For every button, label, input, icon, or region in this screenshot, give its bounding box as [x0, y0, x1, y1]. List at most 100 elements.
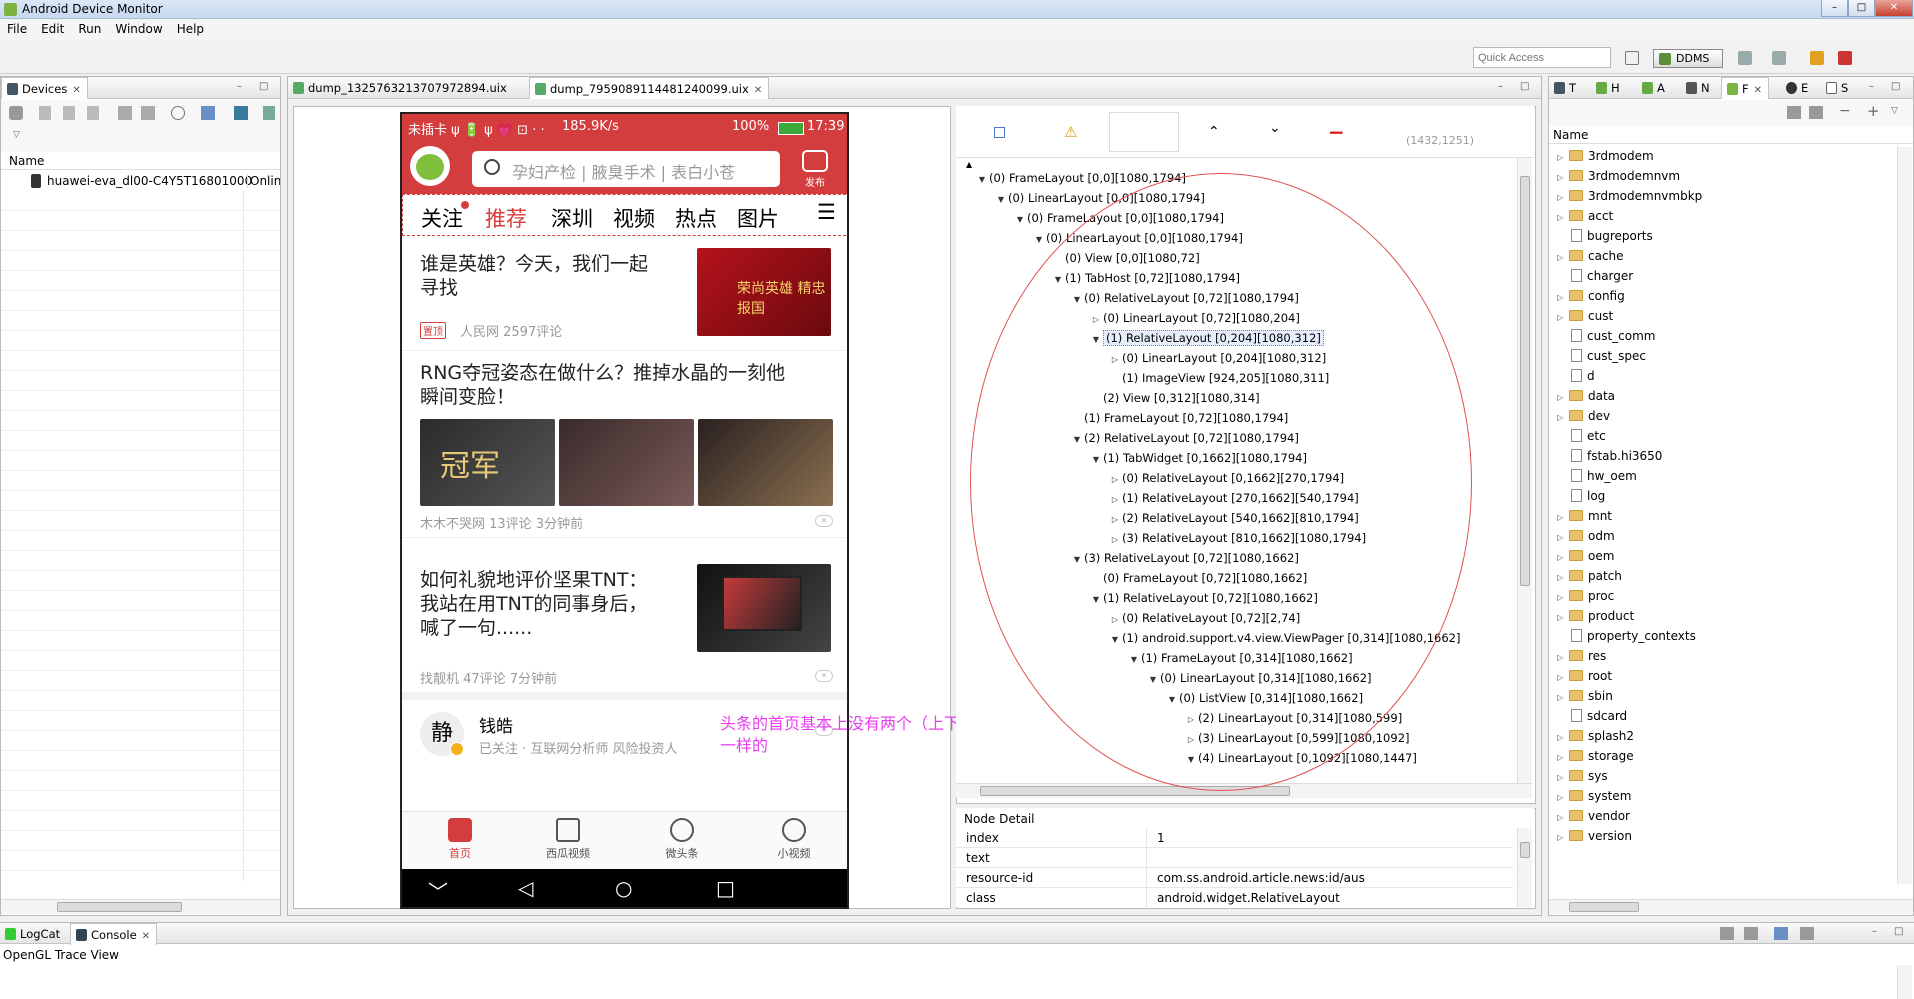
file-tree-item[interactable]: d: [1557, 367, 1595, 385]
tree-node[interactable]: ▼ (0) LinearLayout [0,0][1080,1794]: [994, 190, 1205, 206]
expand-toggle-icon[interactable]: ▷: [1557, 309, 1569, 327]
menu-edit[interactable]: Edit: [34, 20, 71, 38]
cause-gc-icon[interactable]: [87, 106, 99, 120]
nav-back-icon[interactable]: ◁: [518, 876, 533, 900]
tree-node[interactable]: ▼ (0) ListView [0,314][1080,1662]: [1165, 690, 1363, 706]
file-tree-item[interactable]: ▷ sys: [1557, 767, 1608, 785]
tree-node[interactable]: (1) FrameLayout [0,72][1080,1794]: [1070, 410, 1288, 426]
tab-file-explorer[interactable]: F ✕: [1721, 77, 1770, 99]
expand-toggle-icon[interactable]: ▷: [1557, 789, 1569, 807]
tree-vscrollbar[interactable]: [1517, 158, 1532, 783]
expand-toggle-icon[interactable]: ▷: [1557, 609, 1569, 627]
expand-toggle-icon[interactable]: ▷: [1557, 809, 1569, 827]
dislike-icon[interactable]: ✕: [815, 515, 833, 527]
table-row[interactable]: text: [956, 848, 1513, 868]
expand-toggle-icon[interactable]: ▷: [1557, 769, 1569, 787]
close-button[interactable]: ✕: [1875, 0, 1913, 17]
file-tree-item[interactable]: charger: [1557, 267, 1633, 285]
file-tree-item[interactable]: ▷ config: [1557, 287, 1625, 305]
stop-process-icon[interactable]: [171, 106, 185, 120]
maximize-button[interactable]: □: [1848, 0, 1875, 17]
expand-toggle-icon[interactable]: ▷: [1557, 569, 1569, 587]
previous-icon[interactable]: ⌃: [1208, 124, 1220, 140]
list-item[interactable]: RNG夺冠姿态在做什么？推掉水晶的一刻他 瞬间变脸！ 冠军: [402, 351, 847, 507]
tree-node[interactable]: ▷ (2) LinearLayout [0,314][1080,599]: [1184, 710, 1402, 726]
file-tree-item[interactable]: ▷ cust: [1557, 307, 1613, 325]
explorer-hscrollbar[interactable]: [1549, 899, 1913, 914]
open-perspective-icon[interactable]: [1625, 51, 1639, 65]
tree-node[interactable]: ▼ (4) LinearLayout [0,1092][1080,1447]: [1184, 750, 1417, 766]
dislike-icon[interactable]: ✕: [815, 670, 833, 682]
file-tree-item[interactable]: ▷ dev: [1557, 407, 1610, 425]
dump-hprof-icon[interactable]: [63, 106, 75, 120]
tree-node[interactable]: (2) View [0,312][1080,314]: [1089, 390, 1260, 406]
debug-icon[interactable]: [9, 106, 23, 120]
file-tree-item[interactable]: ▷ 3rdmodemnvm: [1557, 167, 1680, 185]
pixel-perfect-icon[interactable]: [1838, 51, 1852, 65]
scroll-thumb[interactable]: [1520, 842, 1530, 858]
detail-vscrollbar[interactable]: [1517, 828, 1532, 907]
tree-expand-toggle-icon[interactable]: ▷: [1108, 352, 1122, 368]
close-icon[interactable]: ✕: [72, 85, 80, 96]
tree-node[interactable]: ▼ (1) FrameLayout [0,314][1080,1662]: [1127, 650, 1353, 666]
file-tree-item[interactable]: fstab.hi3650: [1557, 447, 1662, 465]
devices-hscrollbar[interactable]: [1, 899, 280, 914]
expand-toggle-icon[interactable]: ▷: [1557, 749, 1569, 767]
tree-node[interactable]: ▼ (3) RelativeLayout [0,72][1080,1662]: [1070, 550, 1299, 566]
expand-toggle-icon[interactable]: ▷: [1557, 209, 1569, 227]
file-tree-item[interactable]: etc: [1557, 427, 1606, 445]
channel-tab-shenzhen[interactable]: 深圳: [551, 203, 593, 233]
expand-toggle-icon[interactable]: ▷: [1557, 589, 1569, 607]
expand-toggle-icon[interactable]: ▷: [1557, 549, 1569, 567]
tree-node[interactable]: ▷ (0) RelativeLayout [0,1662][270,1794]: [1108, 470, 1344, 486]
new-folder-icon[interactable]: +: [1867, 102, 1880, 120]
update-threads-icon[interactable]: [118, 106, 132, 120]
tree-expand-toggle-icon[interactable]: ▼: [1032, 232, 1046, 248]
file-tree-item[interactable]: cust_comm: [1557, 327, 1655, 345]
tree-expand-toggle-icon[interactable]: ▼: [975, 172, 989, 188]
tab-threads[interactable]: T: [1549, 77, 1582, 99]
toggle-naf-icon[interactable]: −: [1328, 120, 1345, 144]
clear-console-icon[interactable]: [1720, 927, 1734, 940]
tree-expand-toggle-icon[interactable]: ▼: [1070, 292, 1084, 308]
menu-run[interactable]: Run: [71, 20, 108, 38]
file-tree-item[interactable]: ▷ version: [1557, 827, 1632, 845]
expand-toggle-icon[interactable]: ▷: [1557, 509, 1569, 527]
file-tree-item[interactable]: ▷ data: [1557, 387, 1615, 405]
tree-expand-toggle-icon[interactable]: ▷: [1184, 732, 1198, 748]
file-tree-item[interactable]: ▷ mnt: [1557, 507, 1612, 525]
bottom-tab-shortvideo[interactable]: 小视频: [754, 818, 834, 861]
tab-logcat[interactable]: LogCat: [0, 923, 66, 945]
expand-toggle-icon[interactable]: ▷: [1557, 669, 1569, 687]
tab-allocation[interactable]: A: [1637, 77, 1671, 99]
ddms-perspective-button[interactable]: DDMS: [1653, 49, 1723, 68]
tab-console[interactable]: Console ✕: [70, 923, 158, 945]
tree-node[interactable]: (0) FrameLayout [0,72][1080,1662]: [1089, 570, 1307, 586]
bottom-tab-home[interactable]: 首页: [420, 818, 500, 861]
quick-access-input[interactable]: [1473, 47, 1611, 68]
list-item[interactable]: 如何礼貌地评价坚果TNT： 我站在用TNT的同事身后， 喊了一句......: [402, 538, 847, 662]
tree-node[interactable]: ▷ (3) LinearLayout [0,599][1080,1092]: [1184, 730, 1410, 746]
file-tree-item[interactable]: log: [1557, 487, 1605, 505]
expand-toggle-icon[interactable]: ▷: [1557, 729, 1569, 747]
tree-node[interactable]: ▷ (2) RelativeLayout [540,1662][810,1794]: [1108, 510, 1359, 526]
file-tree-item[interactable]: ▷ oem: [1557, 547, 1614, 565]
maximize-icon[interactable]: □: [259, 81, 268, 92]
hierarchy-perspective-icon[interactable]: [1738, 51, 1752, 65]
file-tree-item[interactable]: ▷ odm: [1557, 527, 1615, 545]
tree-node[interactable]: (0) View [0,0][1080,72]: [1051, 250, 1200, 266]
maximize-icon[interactable]: □: [1894, 926, 1903, 937]
file-tree-item[interactable]: ▷ sbin: [1557, 687, 1613, 705]
expand-all-icon[interactable]: [994, 127, 1005, 138]
open-console-icon[interactable]: [1800, 927, 1814, 940]
file-tree-item[interactable]: ▷ root: [1557, 667, 1612, 685]
start-method-profiling-icon[interactable]: [141, 106, 155, 120]
channel-tab-video[interactable]: 视频: [613, 203, 655, 233]
file-tree-item[interactable]: ▷ product: [1557, 607, 1634, 625]
expand-toggle-icon[interactable]: ▷: [1557, 409, 1569, 427]
tree-node[interactable]: ▷ (0) LinearLayout [0,72][1080,204]: [1089, 310, 1300, 326]
channel-menu-icon[interactable]: ☰: [817, 200, 836, 224]
expand-toggle-icon[interactable]: ▷: [1557, 149, 1569, 167]
table-row[interactable]: class android.widget.RelativeLayout: [956, 888, 1513, 907]
tree-expand-toggle-icon[interactable]: ▼: [1165, 692, 1179, 708]
